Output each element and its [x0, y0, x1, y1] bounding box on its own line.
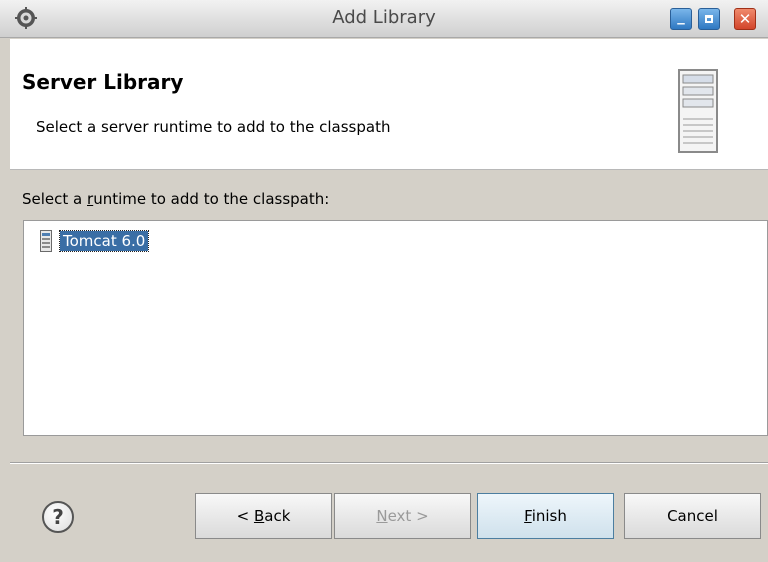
wizard-header: Server Library Select a server runtime t… [10, 39, 768, 170]
maximize-icon [705, 15, 713, 23]
help-symbol: ? [52, 505, 64, 529]
server-icon [678, 69, 718, 153]
back-button[interactable]: < Back [195, 493, 332, 539]
server-runtime-icon [40, 230, 52, 252]
page-description: Select a server runtime to add to the cl… [36, 118, 391, 136]
footer-separator [10, 462, 768, 464]
runtime-list[interactable]: Tomcat 6.0 [23, 220, 768, 436]
back-mnemonic: B [253, 507, 265, 525]
help-icon[interactable]: ? [42, 501, 74, 533]
page-title: Server Library [22, 70, 184, 94]
runtime-list-label: Select a runtime to add to the classpath… [22, 190, 329, 208]
back-suffix: ack [264, 507, 291, 525]
title-bar[interactable]: Add Library _ ✕ [0, 0, 768, 38]
finish-button[interactable]: Finish [477, 493, 614, 539]
minimize-icon: _ [677, 7, 685, 25]
window-title: Add Library [332, 7, 436, 28]
next-button[interactable]: Next > [334, 493, 471, 539]
list-item[interactable]: Tomcat 6.0 [40, 229, 150, 253]
finish-mnemonic: F [524, 507, 532, 525]
next-mnemonic: N [376, 507, 388, 525]
runtime-label-prefix: Select a [22, 190, 88, 208]
cancel-button[interactable]: Cancel [624, 493, 761, 539]
finish-suffix: inish [531, 507, 567, 525]
back-prefix: < [236, 507, 254, 525]
next-suffix: ext > [387, 507, 429, 525]
runtime-label-suffix: untime to add to the classpath: [93, 190, 330, 208]
maximize-button[interactable] [698, 8, 720, 30]
close-button[interactable]: ✕ [734, 8, 756, 30]
close-icon: ✕ [738, 10, 752, 28]
minimize-button[interactable]: _ [670, 7, 692, 30]
runtime-name: Tomcat 6.0 [58, 230, 150, 252]
